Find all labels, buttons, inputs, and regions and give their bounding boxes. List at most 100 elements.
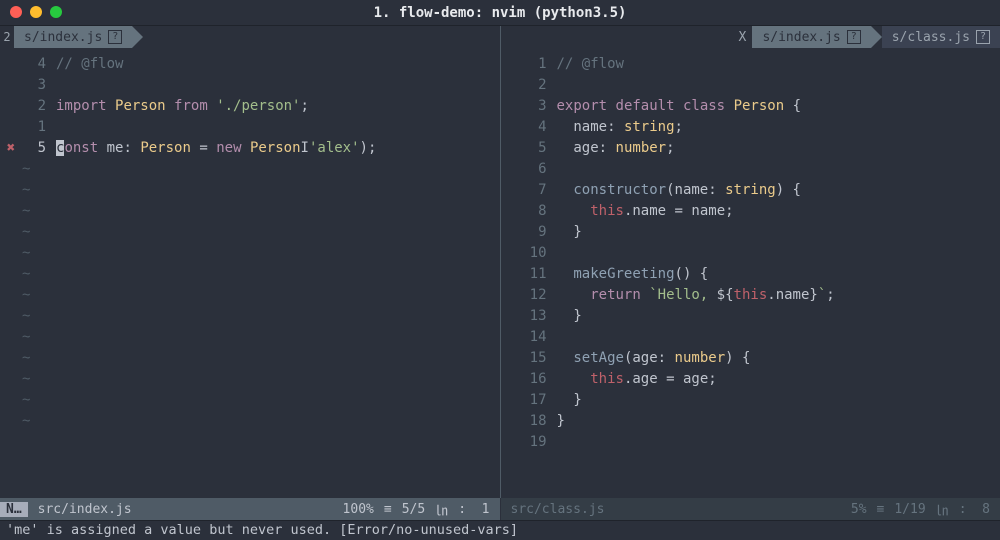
line-text[interactable]: this.age = age;	[557, 369, 717, 390]
empty-line-tilde: ~	[0, 369, 30, 390]
empty-line-tilde: ~	[0, 306, 30, 327]
code-line[interactable]: 9 }	[501, 222, 1000, 243]
code-line[interactable]: 1// @flow	[501, 54, 1000, 75]
line-text[interactable]: }	[557, 411, 565, 432]
code-line[interactable]: 6	[501, 159, 1000, 180]
tab-label: s/index.js	[24, 30, 102, 45]
hamburger-icon: ≡	[384, 502, 392, 517]
line-text[interactable]: age: number;	[557, 138, 675, 159]
line-number: 14	[523, 327, 557, 348]
code-line[interactable]: 14	[501, 327, 1000, 348]
empty-line-tilde: ~	[0, 159, 30, 180]
sign-column	[501, 96, 523, 117]
right-tabbar: X s/index.js ? s/class.js ?	[501, 26, 1000, 48]
line-text[interactable]: // @flow	[557, 54, 624, 75]
code-line[interactable]: 7 constructor(name: string) {	[501, 180, 1000, 201]
code-line[interactable]: 12 return `Hello, ${this.name}`;	[501, 285, 1000, 306]
line-number: 19	[523, 432, 557, 453]
empty-line-tilde: ~	[0, 201, 30, 222]
code-line[interactable]: 8 this.name = name;	[501, 201, 1000, 222]
line-number: 3	[523, 96, 557, 117]
code-line[interactable]: 15 setAge(age: number) {	[501, 348, 1000, 369]
code-line[interactable]: 5 age: number;	[501, 138, 1000, 159]
code-line[interactable]: 13 }	[501, 306, 1000, 327]
title-bar: 1. flow-demo: nvim (python3.5)	[0, 0, 1000, 26]
code-line[interactable]: 2import Person from './person';	[0, 96, 500, 117]
line-text[interactable]: name: string;	[557, 117, 683, 138]
status-colsep: : 1	[448, 502, 499, 517]
code-line[interactable]: 17 }	[501, 390, 1000, 411]
line-text[interactable]: import Person from './person';	[56, 96, 309, 117]
empty-line-tilde: ~	[0, 243, 30, 264]
zoom-icon[interactable]	[50, 6, 62, 18]
line-number: 17	[523, 390, 557, 411]
line-number: 13	[523, 306, 557, 327]
tab-index-js-left[interactable]: s/index.js ?	[14, 26, 132, 48]
line-number: 16	[523, 369, 557, 390]
line-number: 4	[523, 117, 557, 138]
tab-label: s/class.js	[892, 30, 970, 45]
right-status-line: src/class.js 5% ≡ 1/19 ㏑ : 8	[500, 498, 1000, 520]
line-text[interactable]: const me: Person = new PersonI'alex');	[56, 138, 376, 159]
sign-column	[501, 327, 523, 348]
left-status-line: N… src/index.js 100% ≡ 5/5 ㏑ : 1	[0, 498, 500, 520]
line-text[interactable]: }	[557, 222, 582, 243]
code-line[interactable]: 3export default class Person {	[501, 96, 1000, 117]
close-icon[interactable]	[10, 6, 22, 18]
right-split[interactable]: X s/index.js ? s/class.js ? 1// @flow23e…	[500, 26, 1000, 498]
status-percent: 5%	[841, 502, 877, 517]
status-pos: 1/19	[884, 502, 935, 517]
tab-index-js-right[interactable]: s/index.js ?	[752, 26, 870, 48]
line-text[interactable]: return `Hello, ${this.name}`;	[557, 285, 835, 306]
tab-class-js[interactable]: s/class.js ?	[882, 26, 1000, 48]
left-split[interactable]: 2 s/index.js ? 4// @flow32import Person …	[0, 26, 500, 498]
sign-column	[0, 96, 22, 117]
tab-label: s/index.js	[762, 30, 840, 45]
left-code-area[interactable]: 4// @flow32import Person from './person'…	[0, 48, 500, 498]
code-line[interactable]: 2	[501, 75, 1000, 96]
line-text[interactable]: }	[557, 306, 582, 327]
sign-column	[501, 306, 523, 327]
code-line[interactable]: 11 makeGreeting() {	[501, 264, 1000, 285]
sign-column	[501, 75, 523, 96]
line-text[interactable]: export default class Person {	[557, 96, 802, 117]
terminal-window: 1. flow-demo: nvim (python3.5) 2 s/index…	[0, 0, 1000, 540]
line-text[interactable]: this.name = name;	[557, 201, 734, 222]
code-line[interactable]: ✖5const me: Person = new PersonI'alex');	[0, 138, 500, 159]
right-code-area[interactable]: 1// @flow23export default class Person {…	[501, 48, 1000, 498]
line-text[interactable]: makeGreeting() {	[557, 264, 709, 285]
sign-column	[501, 180, 523, 201]
close-tab-icon[interactable]: X	[732, 26, 752, 48]
sign-column	[0, 75, 22, 96]
status-file: src/class.js	[501, 502, 615, 517]
code-line[interactable]: 3	[0, 75, 500, 96]
mode-indicator: N…	[0, 502, 28, 517]
status-percent: 100%	[333, 502, 384, 517]
empty-line-tilde: ~	[0, 264, 30, 285]
code-line[interactable]: 4// @flow	[0, 54, 500, 75]
line-number: 7	[523, 180, 557, 201]
code-line[interactable]: 18}	[501, 411, 1000, 432]
line-text[interactable]: setAge(age: number) {	[557, 348, 751, 369]
line-text[interactable]: constructor(name: string) {	[557, 180, 801, 201]
line-number: 9	[523, 222, 557, 243]
code-line[interactable]: 19	[501, 432, 1000, 453]
code-line[interactable]: 16 this.age = age;	[501, 369, 1000, 390]
line-text[interactable]: }	[557, 390, 582, 411]
status-lines: N… src/index.js 100% ≡ 5/5 ㏑ : 1 src/cla…	[0, 498, 1000, 520]
sign-column	[501, 411, 523, 432]
status-pos: 5/5	[392, 502, 435, 517]
sign-column	[0, 54, 22, 75]
code-line[interactable]: 4 name: string;	[501, 117, 1000, 138]
status-file: src/index.js	[28, 502, 142, 517]
line-text[interactable]: // @flow	[56, 54, 123, 75]
code-line[interactable]: 10	[501, 243, 1000, 264]
empty-line-tilde: ~	[0, 285, 30, 306]
modified-badge-icon: ?	[976, 30, 990, 44]
minimize-icon[interactable]	[30, 6, 42, 18]
code-line[interactable]: 1	[0, 117, 500, 138]
status-colsep: : 8	[949, 502, 1000, 517]
window-controls	[10, 6, 62, 18]
line-number: 4	[22, 54, 56, 75]
empty-line-tilde: ~	[0, 348, 30, 369]
